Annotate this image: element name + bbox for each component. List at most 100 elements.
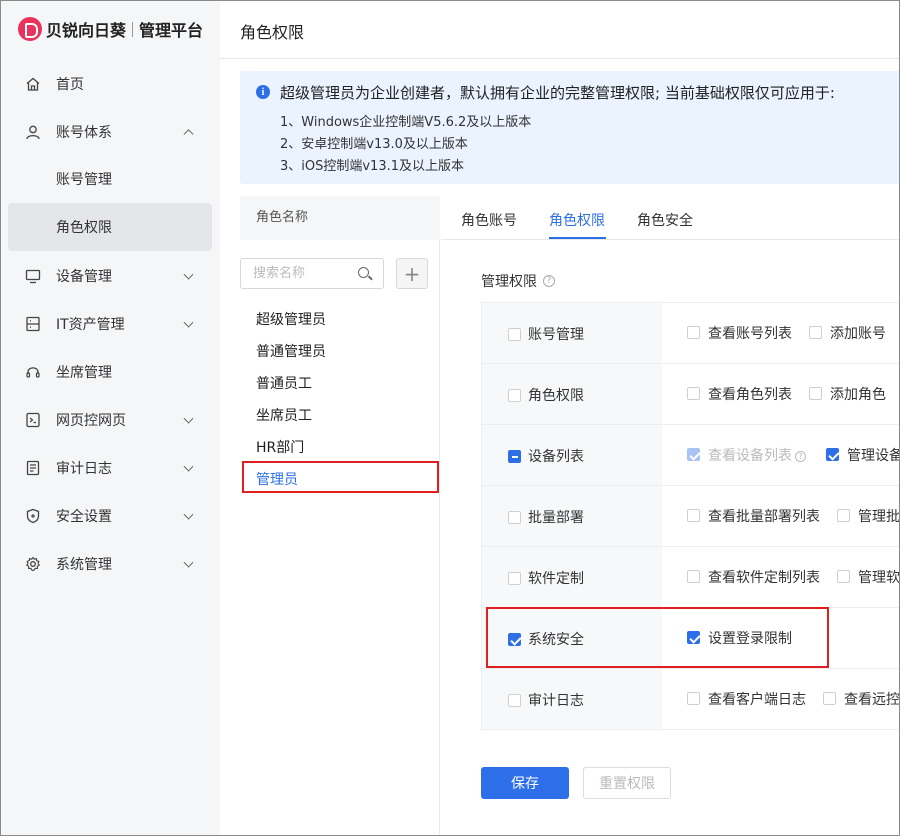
option-checkbox[interactable]	[823, 692, 836, 705]
group-label: 角色权限	[528, 388, 584, 404]
page-header: 角色权限	[220, 0, 900, 59]
option-checkbox[interactable]	[837, 570, 850, 583]
option-checkbox[interactable]	[687, 692, 700, 705]
chevron-down-icon	[183, 413, 194, 424]
role-item[interactable]: 坐席员工	[256, 405, 312, 425]
sidebar-item-label: 网页控网页	[56, 413, 126, 429]
reset-permissions-button[interactable]: 重置权限	[583, 767, 671, 799]
role-item[interactable]: 普通管理员	[256, 341, 326, 361]
sidebar: 贝锐向日葵 管理平台 首页 账号体系 账号管理 角色权限 设备管理 IT资产管理	[0, 0, 220, 836]
permission-row-device-list: 设备列表 查看设备列表? 管理设备	[482, 425, 900, 486]
group-checkbox[interactable]	[508, 694, 521, 707]
option-checkbox[interactable]	[837, 509, 850, 522]
sidebar-item-device-management[interactable]: 设备管理	[8, 252, 212, 300]
role-item[interactable]: 普通员工	[256, 373, 312, 393]
chevron-down-icon	[183, 269, 194, 280]
selection-highlight	[242, 461, 439, 493]
sidebar-item-system-management[interactable]: 系统管理	[8, 540, 212, 588]
tab-role-security[interactable]: 角色安全	[637, 210, 693, 230]
option-label: 管理设备	[847, 448, 900, 464]
shield-icon	[24, 508, 41, 525]
option-label: 管理软	[858, 570, 900, 586]
option-checkbox[interactable]	[826, 448, 839, 461]
tab-role-accounts[interactable]: 角色账号	[461, 210, 517, 230]
role-item[interactable]: HR部门	[256, 437, 304, 457]
info-notice: i 超级管理员为企业创建者，默认拥有企业的完整管理权限; 当前基础权限仅可应用于…	[240, 71, 900, 184]
option-checkbox[interactable]	[687, 326, 700, 339]
option-label: 查看客户端日志	[708, 692, 806, 708]
search-placeholder: 搜索名称	[253, 266, 306, 281]
option-checkbox[interactable]	[687, 509, 700, 522]
role-list-panel: 角色名称 搜索名称 + 超级管理员 普通管理员 普通员工 坐席员工 HR部门 管…	[240, 196, 440, 836]
save-button[interactable]: 保存	[481, 767, 569, 799]
sidebar-item-account-system[interactable]: 账号体系	[8, 108, 212, 156]
sidebar-item-label: 首页	[56, 77, 84, 93]
sidebar-item-it-assets[interactable]: IT资产管理	[8, 300, 212, 348]
tab-role-permissions[interactable]: 角色权限	[549, 210, 605, 230]
option-label: 查看账号列表	[708, 326, 792, 342]
sidebar-item-account-management[interactable]: 账号管理	[8, 155, 212, 203]
permission-group-cell: 批量部署	[482, 486, 662, 546]
group-checkbox[interactable]	[508, 328, 521, 341]
monitor-icon	[24, 268, 41, 285]
option-checkbox[interactable]	[809, 387, 822, 400]
sidebar-item-role-permission[interactable]: 角色权限	[8, 203, 212, 251]
option-label: 查看角色列表	[708, 387, 792, 403]
sidebar-item-label: 角色权限	[56, 220, 112, 236]
sidebar-item-label: IT资产管理	[56, 317, 125, 333]
user-icon	[24, 124, 41, 141]
permission-row-audit-log: 审计日志 查看客户端日志 查看远控	[482, 669, 900, 730]
sidebar-item-label: 设备管理	[56, 269, 112, 285]
sidebar-item-label: 审计日志	[56, 461, 112, 477]
permission-group-cell: 账号管理	[482, 303, 662, 363]
permission-section-label: 管理权限 ?	[481, 271, 555, 291]
option-label: 管理批	[858, 509, 900, 525]
role-list-header: 角色名称	[240, 196, 440, 240]
permission-row-batch-deploy: 批量部署 查看批量部署列表 管理批	[482, 486, 900, 547]
sidebar-item-web-control[interactable]: 网页控网页	[8, 396, 212, 444]
sidebar-item-audit-log[interactable]: 审计日志	[8, 444, 212, 492]
annotation-highlight-box	[486, 607, 829, 668]
group-checkbox[interactable]	[508, 511, 521, 524]
chevron-down-icon	[183, 317, 194, 328]
info-icon: i	[256, 85, 270, 99]
notice-title: 超级管理员为企业创建者，默认拥有企业的完整管理权限; 当前基础权限仅可应用于:	[280, 84, 835, 102]
permission-row-software-custom: 软件定制 查看软件定制列表 管理软	[482, 547, 900, 608]
role-item[interactable]: 超级管理员	[256, 309, 326, 329]
notice-line: 3、iOS控制端v13.1及以上版本	[280, 159, 465, 174]
role-search-input[interactable]: 搜索名称	[240, 258, 384, 289]
log-icon	[24, 460, 41, 477]
option-checkbox[interactable]	[687, 387, 700, 400]
help-icon[interactable]: ?	[543, 275, 555, 287]
permission-group-cell: 软件定制	[482, 547, 662, 607]
group-checkbox[interactable]	[508, 389, 521, 402]
web-icon	[24, 412, 41, 429]
sidebar-item-label: 账号管理	[56, 172, 112, 188]
chevron-up-icon	[183, 129, 194, 140]
permission-group-cell: 角色权限	[482, 364, 662, 424]
add-role-button[interactable]: +	[396, 258, 428, 289]
sidebar-item-home[interactable]: 首页	[8, 60, 212, 108]
group-label: 批量部署	[528, 510, 584, 526]
logo: 贝锐向日葵 管理平台	[18, 16, 203, 42]
group-label: 设备列表	[528, 449, 584, 465]
chevron-down-icon	[183, 461, 194, 472]
search-icon[interactable]	[358, 267, 369, 278]
sidebar-item-security-settings[interactable]: 安全设置	[8, 492, 212, 540]
help-icon[interactable]: ?	[795, 450, 806, 462]
option-label: 查看设备列表?	[708, 445, 806, 465]
group-label: 账号管理	[528, 327, 584, 343]
brand-name: 贝锐向日葵	[46, 21, 127, 40]
chevron-down-icon	[183, 557, 194, 568]
group-checkbox[interactable]	[508, 572, 521, 585]
option-label: 查看软件定制列表	[708, 570, 820, 586]
option-checkbox[interactable]	[687, 570, 700, 583]
sidebar-item-seat-management[interactable]: 坐席管理	[8, 348, 212, 396]
group-checkbox[interactable]	[508, 450, 521, 463]
group-label: 审计日志	[528, 693, 584, 709]
sidebar-item-label: 安全设置	[56, 509, 112, 525]
option-checkbox[interactable]	[809, 326, 822, 339]
sidebar-item-label: 坐席管理	[56, 365, 112, 381]
option-label: 查看远控	[844, 692, 900, 708]
group-label: 软件定制	[528, 571, 584, 587]
